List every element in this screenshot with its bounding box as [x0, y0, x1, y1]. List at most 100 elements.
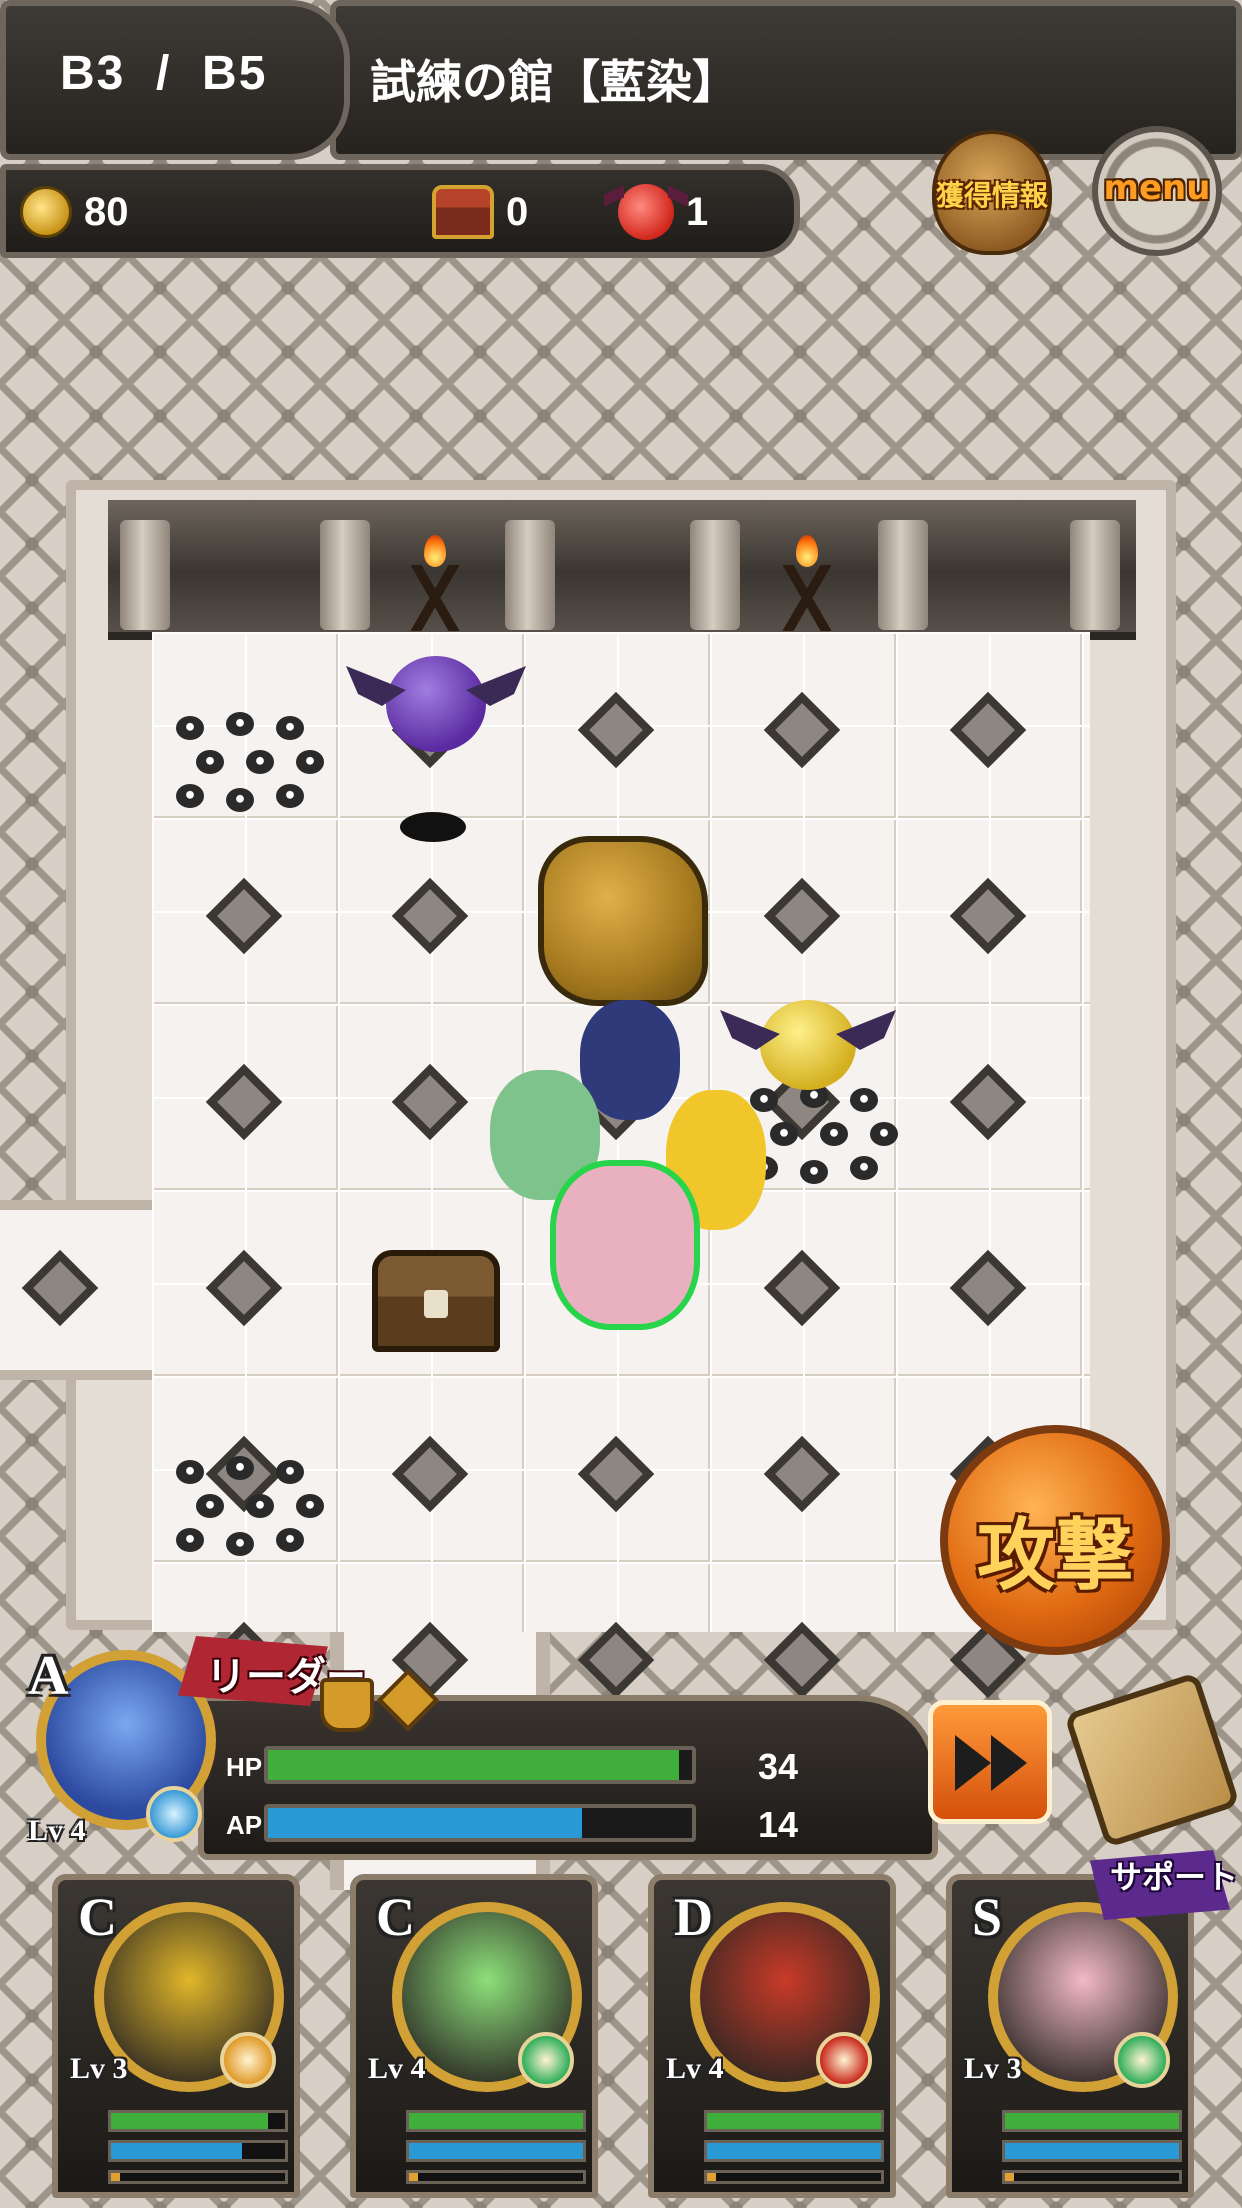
- member-level: Lv 4: [368, 2052, 426, 2085]
- spike-icon: [820, 1122, 848, 1146]
- attack-label: 攻撃: [976, 1511, 1133, 1601]
- acquired-info-button[interactable]: 獲得情報: [922, 110, 1062, 260]
- leader-rank: A: [28, 1645, 69, 1707]
- treasure-chest-icon: [432, 185, 494, 239]
- spike-icon: [226, 788, 254, 812]
- ap-value: 14: [758, 1804, 799, 1845]
- party-member-card[interactable]: D Lv 4: [648, 1874, 896, 2198]
- member-xp-bar: [406, 2170, 586, 2184]
- spike-icon: [176, 784, 204, 808]
- fire-element-icon: [816, 2032, 872, 2088]
- captured-counter: 1: [618, 182, 708, 242]
- spike-icon: [196, 1494, 224, 1518]
- wind-element-icon: [518, 2032, 574, 2088]
- hp-value: 34: [758, 1746, 799, 1787]
- fast-forward-icon: [955, 1735, 991, 1791]
- torch-icon: [400, 535, 470, 635]
- member-xp-bar: [108, 2170, 288, 2184]
- spike-icon: [800, 1160, 828, 1184]
- boulder-obstacle[interactable]: [538, 836, 708, 1006]
- wall-pillar: [878, 520, 928, 630]
- spike-icon: [850, 1156, 878, 1180]
- captured-count: 1: [686, 189, 709, 234]
- spike-icon: [196, 750, 224, 774]
- wall-pillar: [1070, 520, 1120, 630]
- coin-counter: 80: [20, 182, 129, 242]
- menu-button[interactable]: menu: [1092, 126, 1222, 256]
- spike-icon: [246, 750, 274, 774]
- leader-level: Lv 4: [28, 1814, 86, 1847]
- pit-hole: [400, 812, 466, 842]
- party-member-card[interactable]: C Lv 3: [52, 1874, 300, 2198]
- ap-bar: [264, 1804, 696, 1842]
- coin-icon: [20, 186, 72, 238]
- spike-icon: [226, 1456, 254, 1480]
- member-level: Lv 3: [964, 2052, 1022, 2085]
- spike-icon: [276, 1528, 304, 1552]
- member-hp-bar: [108, 2110, 288, 2132]
- member-xp-bar: [704, 2170, 884, 2184]
- water-element-icon: [146, 1786, 202, 1842]
- spike-icon: [296, 1494, 324, 1518]
- chest-count: 0: [506, 189, 529, 234]
- yellow-demon-enemy[interactable]: [720, 1000, 856, 1090]
- member-rank: C: [376, 1887, 415, 1947]
- hp-bar-fill: [268, 1750, 680, 1780]
- red-imp-icon: [618, 184, 674, 240]
- spike-icon: [296, 750, 324, 774]
- member-ap-bar: [108, 2140, 288, 2162]
- torch-icon: [772, 535, 842, 635]
- spike-icon: [850, 1088, 878, 1112]
- spike-icon: [770, 1122, 798, 1146]
- leader-panel[interactable]: A Lv 4 HP 34 AP 14: [28, 1640, 948, 1870]
- member-rank: S: [972, 1887, 1003, 1947]
- member-hp-bar: [704, 2110, 884, 2132]
- fast-forward-icon: [991, 1735, 1027, 1791]
- member-rank: C: [78, 1887, 117, 1947]
- purple-demon-enemy[interactable]: [346, 656, 486, 752]
- member-ap-bar: [704, 2140, 884, 2162]
- wind-element-icon: [1114, 2032, 1170, 2088]
- party-member-card[interactable]: C Lv 4: [350, 1874, 598, 2198]
- member-bars: [704, 2110, 884, 2192]
- party-member-card[interactable]: S Lv 3: [946, 1874, 1194, 2198]
- earth-element-icon: [220, 2032, 276, 2088]
- member-bars: [406, 2110, 586, 2192]
- support-tag-label: サポート: [1110, 1858, 1239, 1896]
- spike-icon: [246, 1494, 274, 1518]
- hp-label: HP: [226, 1752, 263, 1782]
- member-rank: D: [674, 1887, 713, 1947]
- member-xp-bar: [1002, 2170, 1182, 2184]
- spike-icon: [276, 716, 304, 740]
- north-wall: [108, 500, 1136, 640]
- member-level: Lv 4: [666, 2052, 724, 2085]
- dungeon-name: 試練の館【藍染】: [370, 55, 738, 109]
- wall-pillar: [320, 520, 370, 630]
- attack-button[interactable]: 攻撃: [940, 1425, 1170, 1655]
- spike-icon: [276, 1460, 304, 1484]
- spike-trap[interactable]: [166, 1452, 336, 1562]
- spike-icon: [176, 716, 204, 740]
- ap-bar-fill: [268, 1808, 582, 1838]
- wall-pillar: [120, 520, 170, 630]
- spike-icon: [226, 712, 254, 736]
- player-party[interactable]: [470, 1000, 770, 1340]
- acquired-info-label: 獲得情報: [935, 179, 1048, 212]
- chest-counter: 0: [432, 182, 528, 242]
- fast-forward-button[interactable]: [928, 1700, 1052, 1824]
- member-ap-bar: [1002, 2140, 1182, 2162]
- ap-label: AP: [226, 1810, 263, 1840]
- spike-trap[interactable]: [166, 708, 336, 818]
- hp-bar: [264, 1746, 696, 1784]
- menu-label: menu: [1103, 168, 1211, 208]
- spike-icon: [276, 784, 304, 808]
- wall-pillar: [505, 520, 555, 630]
- member-ap-bar: [406, 2140, 586, 2162]
- coin-count: 80: [84, 189, 129, 234]
- leader-sprite: [550, 1160, 700, 1330]
- spike-icon: [176, 1528, 204, 1552]
- member-hp-bar: [1002, 2110, 1182, 2132]
- member-level: Lv 3: [70, 2052, 128, 2085]
- member-bars: [108, 2110, 288, 2192]
- member-bars: [1002, 2110, 1182, 2192]
